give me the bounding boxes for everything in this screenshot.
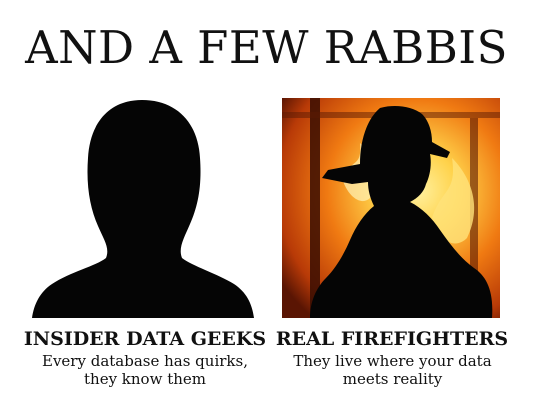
firefighter-image [282,98,500,318]
panel-caption-insider-data-geeks: Every database has quirks, they know the… [42,352,248,388]
firefighter-graphic [282,98,500,318]
panel-heading-insider-data-geeks: INSIDER DATA GEEKS [23,328,267,350]
panel-caption-real-firefighters: They live where your data meets reality [293,352,492,388]
hooded-person-image [32,98,254,318]
burning-beam [310,98,320,318]
hooded-silhouette-shape [32,100,254,318]
panel-heading-real-firefighters: REAL FIREFIGHTERS [275,328,509,350]
page-title: AND A FEW RABBIS [25,21,508,74]
hooded-silhouette-graphic [32,100,254,318]
